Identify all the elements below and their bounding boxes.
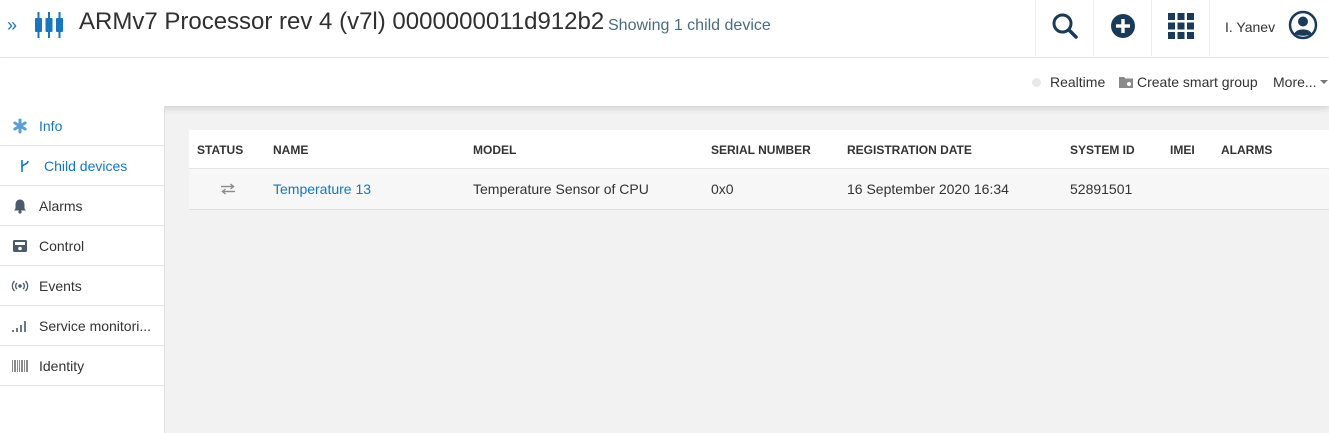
sidebar-item-label: Info (39, 117, 63, 134)
more-label: More... (1273, 74, 1317, 90)
device-model: Temperature Sensor of CPU (473, 181, 649, 197)
app-grid-icon (1167, 12, 1195, 45)
branch-icon (16, 157, 34, 175)
page-title: ARMv7 Processor rev 4 (v7l) 0000000011d9… (79, 8, 605, 35)
sidebar-item-label: Control (39, 237, 85, 254)
sidebar-item-label: Alarms (39, 197, 83, 214)
sidebar-item-label: Identity (39, 357, 85, 374)
add-button[interactable] (1093, 0, 1151, 56)
user-name: I. Yanev (1225, 19, 1276, 35)
sidebar-item-identity[interactable]: Identity (0, 346, 164, 386)
search-icon (1051, 12, 1079, 45)
sidebar-item-service-monitoring[interactable]: Service monitori... (0, 306, 164, 346)
sidebar-item-label: Child devices (44, 157, 128, 174)
barcode-icon (11, 357, 29, 375)
sidebar-item-child-devices[interactable]: Child devices (0, 146, 164, 186)
column-header-registration-date[interactable]: REGISTRATION DATE (847, 143, 972, 157)
table-header: STATUS NAME MODEL SERIAL NUMBER REGISTRA… (189, 130, 1329, 169)
search-button[interactable] (1035, 0, 1093, 56)
sidebar-item-events[interactable]: Events (0, 266, 164, 306)
device-name-link[interactable]: Temperature 13 (273, 181, 371, 197)
device-icon (33, 10, 65, 40)
bell-icon (11, 197, 29, 215)
page-subtitle: Showing 1 child device (608, 17, 771, 34)
create-smart-group-button[interactable]: Create smart group (1119, 74, 1258, 90)
user-menu[interactable]: I. Yanev (1209, 0, 1329, 56)
sidebar-item-label: Events (39, 277, 82, 294)
device-registration-date: 16 September 2020 16:34 (847, 181, 1009, 197)
expand-navigator-button[interactable]: » (0, 0, 24, 50)
app-switcher-button[interactable] (1151, 0, 1209, 56)
plus-circle-icon (1110, 13, 1136, 44)
more-menu-button[interactable]: More... (1273, 74, 1328, 90)
sidebar-item-info[interactable]: Info (0, 106, 164, 146)
sidebar-item-label: Service monitori... (39, 317, 152, 334)
table-row[interactable]: Temperature 13 Temperature Sensor of CPU… (189, 169, 1329, 209)
realtime-toggle[interactable]: Realtime (1032, 74, 1105, 90)
create-smart-group-label: Create smart group (1137, 74, 1258, 90)
column-header-model[interactable]: MODEL (473, 143, 516, 157)
action-bar: Realtime Create smart group More... (0, 58, 1329, 106)
sidebar: Info Child devices Alarms Control Events… (0, 106, 165, 433)
folder-icon (1119, 76, 1133, 88)
broadcast-icon (11, 277, 29, 295)
signal-bars-icon (11, 317, 29, 335)
column-header-system-id[interactable]: SYSTEM ID (1070, 143, 1135, 157)
column-header-serial-number[interactable]: SERIAL NUMBER (711, 143, 811, 157)
device-serial: 0x0 (711, 181, 734, 197)
column-header-alarms[interactable]: ALARMS (1221, 143, 1272, 157)
control-icon (11, 237, 29, 255)
user-circle-icon (1288, 10, 1318, 45)
app-header: » ARMv7 Processor rev 4 (v7l) 0000000011… (0, 0, 1329, 58)
column-header-status[interactable]: STATUS (197, 143, 243, 157)
realtime-label: Realtime (1050, 74, 1106, 90)
chevron-down-icon (1319, 80, 1328, 84)
sidebar-item-alarms[interactable]: Alarms (0, 186, 164, 226)
exchange-arrows-icon (220, 182, 236, 200)
column-header-imei[interactable]: IMEI (1170, 143, 1195, 157)
column-header-name[interactable]: NAME (273, 143, 308, 157)
asterisk-icon (11, 117, 29, 135)
sidebar-item-control[interactable]: Control (0, 226, 164, 266)
realtime-status-dot (1032, 77, 1041, 87)
device-system-id: 52891501 (1070, 181, 1133, 197)
child-devices-table: STATUS NAME MODEL SERIAL NUMBER REGISTRA… (189, 130, 1329, 210)
